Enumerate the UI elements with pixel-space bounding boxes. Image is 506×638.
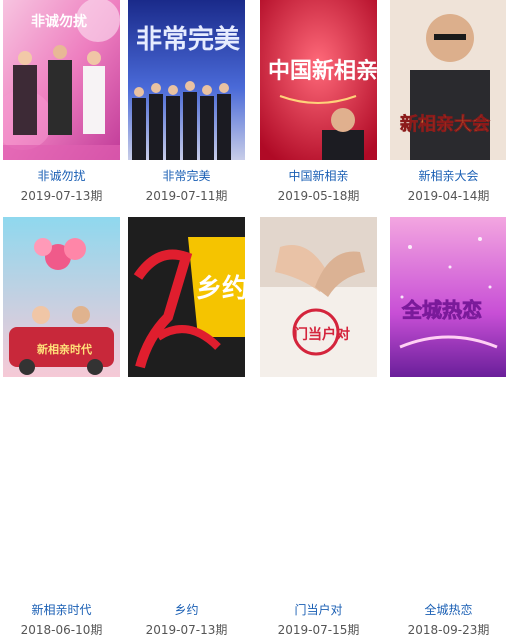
show-title[interactable]: 门当户对 bbox=[260, 601, 377, 618]
show-poster[interactable]: 全城热恋 bbox=[390, 217, 506, 377]
show-title[interactable]: 非诚勿扰 bbox=[3, 167, 120, 184]
poster-logo-text: 新相亲时代 bbox=[37, 342, 92, 356]
poster-logo-text: 门当户对 bbox=[294, 326, 350, 343]
show-title[interactable]: 新相亲大会 bbox=[390, 167, 506, 184]
episode-date: 2018-09-23期 bbox=[407, 623, 490, 637]
show-title[interactable]: 非常完美 bbox=[128, 167, 245, 184]
poster-logo-text: 非常完美 bbox=[136, 24, 240, 55]
show-title[interactable]: 全城热恋 bbox=[390, 601, 506, 618]
episode-date: 2019-07-15期 bbox=[277, 623, 360, 637]
episode-date: 2019-07-13期 bbox=[145, 623, 228, 637]
show-poster[interactable]: 非常完美 bbox=[128, 0, 245, 160]
show-poster[interactable]: 中国新相亲 bbox=[260, 0, 377, 160]
poster-logo-text: 非诚勿扰 bbox=[31, 13, 87, 30]
episode-date: 2019-04-14期 bbox=[407, 189, 490, 203]
show-title[interactable]: 中国新相亲 bbox=[260, 167, 377, 184]
show-poster[interactable]: 乡约 bbox=[128, 217, 245, 377]
show-grid: 非诚勿扰 非诚勿扰 2019-07-13期 非常完美 非常完美 2019-07-… bbox=[0, 0, 506, 637]
poster-logo-text: 全城热恋 bbox=[401, 298, 482, 322]
show-poster[interactable]: 新相亲大会 bbox=[390, 0, 506, 160]
episode-date: 2019-07-13期 bbox=[20, 189, 103, 203]
poster-logo-text: 中国新相亲 bbox=[268, 58, 377, 84]
poster-logo-text: 新相亲大会 bbox=[400, 113, 490, 135]
show-poster[interactable]: 门当户对 bbox=[260, 217, 377, 377]
show-poster[interactable]: 非诚勿扰 bbox=[3, 0, 120, 160]
show-poster[interactable]: 新相亲时代 bbox=[3, 217, 120, 377]
episode-date: 2018-06-10期 bbox=[20, 623, 103, 637]
poster-logo-text: 乡约 bbox=[196, 273, 245, 304]
episode-date: 2019-07-11期 bbox=[145, 189, 228, 203]
episode-date: 2019-05-18期 bbox=[277, 189, 360, 203]
show-title[interactable]: 乡约 bbox=[128, 601, 245, 618]
show-title[interactable]: 新相亲时代 bbox=[3, 601, 120, 618]
